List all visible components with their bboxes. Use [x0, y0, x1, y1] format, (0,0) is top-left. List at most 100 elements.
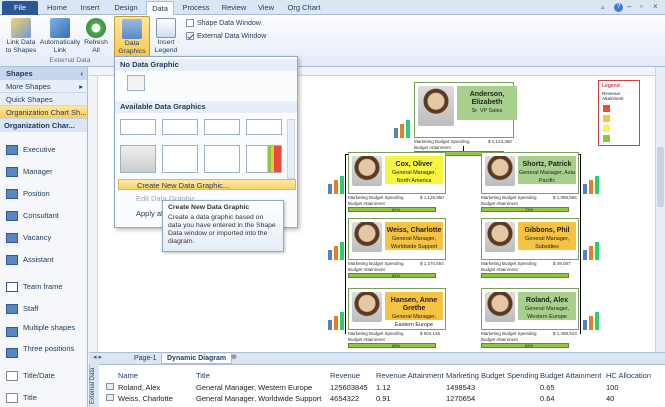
shape-staff[interactable]: Staff — [6, 304, 38, 315]
hc-indicator — [583, 184, 587, 194]
create-new-data-graphic-item[interactable]: Create New Data Graphic... — [118, 179, 296, 190]
column-header[interactable]: Marketing Budget Spending — [446, 371, 539, 380]
collapse-icon[interactable]: ‹ — [81, 67, 84, 80]
window-close-icon[interactable]: × — [653, 2, 658, 11]
org-node[interactable]: Hansen, Anne Grethe General Manager, East… — [348, 288, 446, 330]
table-cell[interactable]: General Manager, Worldwide Support — [196, 394, 321, 403]
legend-box[interactable]: Legend Revenue Attainment — [598, 80, 640, 146]
org-node[interactable]: Roland, Alex General Manager, Western Eur… — [481, 288, 579, 330]
shape-position[interactable]: Position — [6, 189, 50, 200]
table-cell[interactable]: 1498543 — [446, 383, 475, 392]
budget-attainment-bar: 65% — [481, 343, 569, 348]
link-data-to-shapes-button[interactable]: Link Data to Shapes — [4, 16, 38, 59]
no-graphic-thumbnail[interactable] — [127, 75, 145, 91]
tab-design[interactable]: Design — [110, 1, 142, 15]
org-node[interactable]: Shortz, Patrick General Manager, Asia Pac… — [481, 152, 579, 194]
node-card: Cox, Oliver General Manager, North Americ… — [385, 156, 443, 184]
data-graphic-thumbnail[interactable] — [246, 145, 282, 173]
data-graphic-thumbnail[interactable] — [120, 145, 156, 173]
shape-assistant[interactable]: Assistant — [6, 255, 53, 266]
page-tab-dynamic-diagram[interactable]: Dynamic Diagram — [161, 354, 233, 364]
org-node[interactable]: Gibbons, Phil General Manager, Subsidies — [481, 218, 579, 260]
window-minimize-icon[interactable]: – — [627, 2, 631, 11]
page-tab-page-1[interactable]: Page-1 — [129, 354, 162, 364]
insert-legend-button[interactable]: Insert Legend — [151, 16, 181, 59]
node-title: General Manager, Western Europe — [524, 306, 570, 320]
shape-title[interactable]: Title — [6, 393, 37, 404]
node-name: Cox, Oliver — [395, 161, 433, 168]
column-header[interactable]: Name — [118, 371, 138, 380]
insert-page-icon[interactable]: ⊕ — [231, 353, 237, 361]
data-graphic-thumbnail[interactable] — [246, 119, 282, 135]
org-node[interactable]: Anderson, Elizabeth Sr. VP Sales — [414, 82, 517, 138]
quick-shapes-item[interactable]: Quick Shapes — [0, 93, 87, 106]
shape-consultant[interactable]: Consultant — [6, 211, 59, 222]
tab-data[interactable]: Data — [146, 1, 174, 15]
data-graphic-thumbnail[interactable] — [162, 119, 198, 135]
budget-attainment-label: Budget Attainment — [481, 267, 518, 272]
minimize-ribbon-icon[interactable]: ▵ — [601, 3, 605, 11]
hc-indicator — [334, 246, 338, 260]
table-cell[interactable]: 40 — [606, 394, 614, 403]
table-cell[interactable]: 125603845 — [330, 383, 368, 392]
tab-insert[interactable]: Insert — [75, 1, 105, 15]
shape-manager[interactable]: Manager — [6, 167, 53, 178]
table-cell[interactable]: 0.64 — [540, 394, 555, 403]
tab-file[interactable]: File — [2, 1, 38, 15]
shape-title-date[interactable]: Title/Date — [6, 371, 55, 382]
org-node[interactable]: Weiss, Charlotte General Manager, Worldwi… — [348, 218, 446, 260]
more-shapes-item[interactable]: More Shapes ▸ — [0, 80, 87, 93]
tab-home[interactable]: Home — [42, 1, 72, 15]
budget-label: Marketing Budget Spending — [481, 331, 537, 336]
column-header[interactable]: Budget Attainment — [540, 371, 601, 380]
table-cell[interactable]: 100 — [606, 383, 619, 392]
shape-three-positions[interactable]: Three positions — [6, 344, 81, 358]
data-graphic-thumbnail[interactable] — [162, 145, 198, 173]
table-cell[interactable]: Weiss, Charlotte — [118, 394, 173, 403]
shape-team-frame[interactable]: Team frame — [6, 282, 63, 293]
assistant-shape-icon — [6, 255, 18, 266]
page-navigation-icon[interactable]: ◂ ▸ — [93, 353, 102, 361]
vertical-scrollbar[interactable] — [655, 67, 665, 352]
budget-label: Marketing Budget Spending — [481, 261, 537, 266]
table-cell[interactable]: Roland, Alex — [118, 383, 160, 392]
tab-process[interactable]: Process — [178, 1, 214, 15]
shape-data-window-checkbox[interactable]: Shape Data Window — [186, 19, 261, 27]
legend-subtitle: Revenue Attainment — [602, 91, 624, 101]
table-cell[interactable]: General Manager, Western Europe — [196, 383, 312, 392]
automatically-link-button[interactable]: Automatically Link — [39, 16, 81, 59]
shape-executive[interactable]: Executive — [6, 145, 56, 156]
tab-review[interactable]: Review — [218, 1, 250, 15]
dropdown-scrollbar[interactable] — [287, 119, 295, 179]
refresh-all-button[interactable]: Refresh All — [82, 16, 110, 59]
column-header[interactable]: HC Allocation — [606, 371, 651, 380]
help-icon[interactable]: ? — [614, 3, 623, 12]
window-restore-icon[interactable]: ▫ — [640, 2, 643, 11]
hc-indicator — [595, 312, 599, 330]
org-chart-shapes-item[interactable]: Organization Chart Sh... — [0, 106, 87, 119]
column-header[interactable]: Revenue Attainment — [376, 371, 444, 380]
data-graphic-thumbnail[interactable] — [204, 119, 240, 135]
table-cell[interactable]: 1.12 — [376, 383, 391, 392]
external-data-window-checkbox[interactable]: External Data Window — [186, 32, 266, 40]
column-header[interactable]: Title — [196, 371, 210, 380]
data-graphics-button[interactable]: Data Graphics — [114, 16, 150, 59]
scroll-thumb[interactable] — [657, 147, 664, 207]
connector — [345, 154, 346, 334]
table-cell[interactable]: 0.65 — [540, 383, 555, 392]
org-node[interactable]: Cox, Oliver General Manager, North Americ… — [348, 152, 446, 194]
shape-multiple-shapes[interactable]: Multiple shapes — [6, 323, 81, 337]
data-graphic-thumbnail[interactable] — [120, 119, 156, 135]
shape-vacancy[interactable]: Vacancy — [6, 233, 51, 244]
column-header[interactable]: Revenue — [330, 371, 360, 380]
table-cell[interactable]: 0.91 — [376, 394, 391, 403]
node-card: Hansen, Anne Grethe General Manager, East… — [385, 292, 443, 328]
tab-org-chart[interactable]: Org Chart — [284, 1, 324, 15]
data-graphic-thumbnail[interactable] — [204, 145, 240, 173]
table-cell[interactable]: 4654322 — [330, 394, 359, 403]
tab-view[interactable]: View — [254, 1, 278, 15]
budget-label: Marketing Budget Spending — [348, 331, 404, 336]
budget-amount: $ 1,498,543 — [553, 331, 577, 336]
avatar — [352, 156, 382, 186]
table-cell[interactable]: 1270654 — [446, 394, 475, 403]
